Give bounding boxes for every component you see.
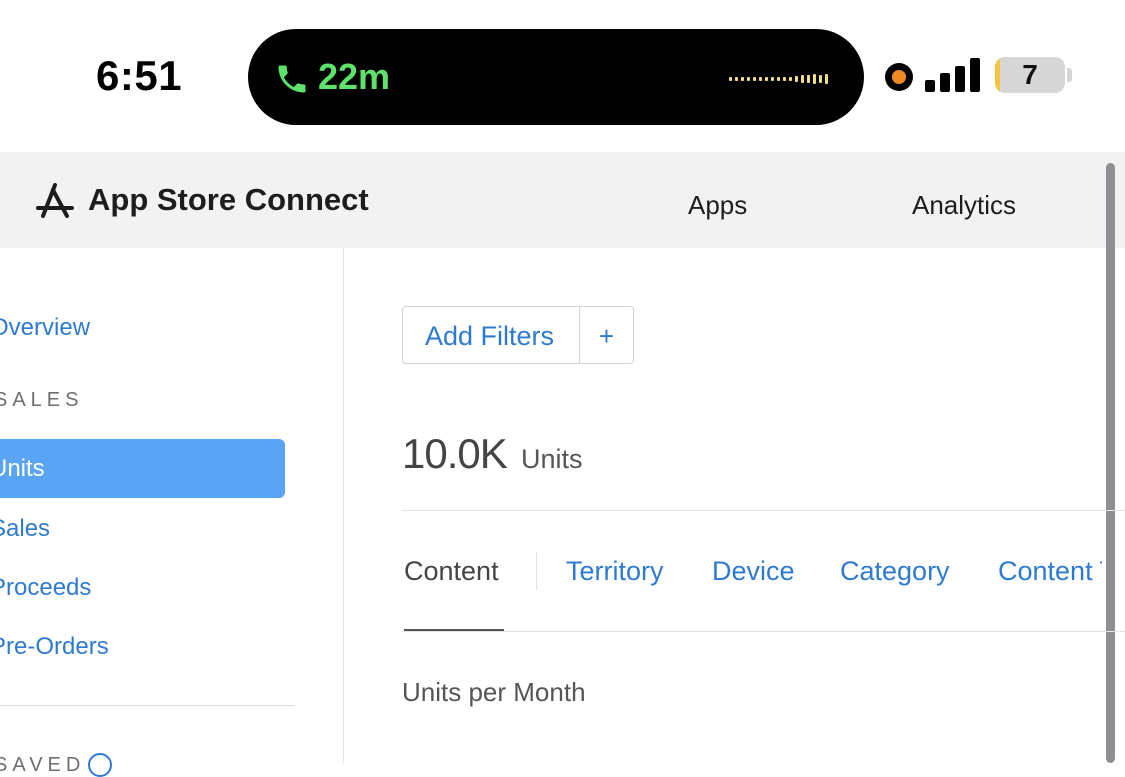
total-units-label: Units	[521, 444, 583, 474]
sidebar-item-units[interactable]: Units	[0, 439, 285, 498]
recording-indicator-icon	[885, 63, 913, 91]
call-duration: 22m	[318, 56, 391, 97]
cellular-signal-icon	[925, 58, 980, 92]
sidebar-item-overview[interactable]: Overview	[0, 314, 90, 342]
battery-icon: 7	[995, 57, 1065, 93]
divider	[402, 510, 1125, 511]
sidebar: Overview SALES Units Sales Proceeds Pre-…	[0, 248, 344, 777]
sidebar-section-sales: SALES	[0, 389, 84, 411]
add-filters-control: Add Filters +	[402, 306, 634, 364]
sidebar-item-proceeds[interactable]: Proceeds	[0, 574, 91, 602]
scrollbar[interactable]	[1106, 163, 1115, 763]
battery-cap	[1067, 68, 1072, 82]
add-filter-plus-button[interactable]: +	[580, 307, 633, 363]
tab-territory[interactable]: Territory	[566, 556, 664, 587]
tab-category[interactable]: Category	[840, 556, 950, 587]
battery-level: 7	[1022, 59, 1038, 90]
phone-icon	[278, 65, 306, 93]
clock-time: 6:51	[96, 52, 183, 99]
tab-separator	[536, 552, 537, 590]
nav-apps-link[interactable]: Apps	[688, 190, 747, 221]
audio-wave-icon	[729, 74, 828, 84]
add-circle-icon[interactable]	[88, 753, 112, 777]
top-navigation: App Store Connect Apps Analytics	[0, 152, 1125, 248]
app-title[interactable]: App Store Connect	[88, 182, 369, 218]
tab-device[interactable]: Device	[712, 556, 795, 587]
sidebar-section-saved: SAVED	[0, 754, 86, 776]
sidebar-item-pre-orders[interactable]: Pre-Orders	[0, 633, 109, 661]
sidebar-item-sales[interactable]: Sales	[0, 515, 50, 543]
chart-title: Units per Month	[402, 677, 586, 707]
app-store-icon	[36, 183, 74, 218]
status-bar: 6:51 22m 7	[0, 0, 1125, 152]
sidebar-divider	[0, 705, 295, 706]
divider	[402, 631, 1125, 632]
dynamic-island-call[interactable]: 22m	[248, 29, 864, 125]
add-filters-button[interactable]: Add Filters	[425, 321, 554, 352]
total-units-value: 10.0K	[402, 430, 508, 477]
tab-content[interactable]: Content	[404, 556, 499, 587]
tab-content-type[interactable]: Content Type	[998, 556, 1102, 587]
nav-analytics-link[interactable]: Analytics	[912, 190, 1016, 221]
sidebar-item-label: Units	[0, 455, 45, 482]
